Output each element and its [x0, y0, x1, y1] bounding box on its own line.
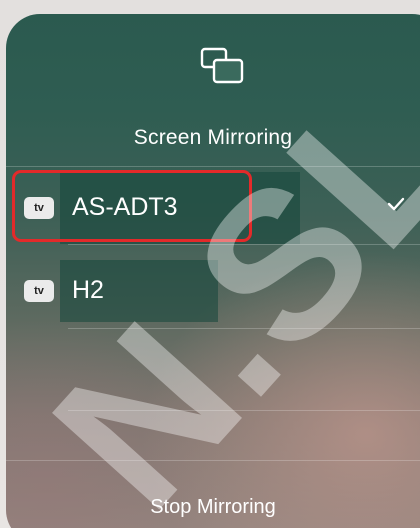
- device-separator: [68, 244, 420, 245]
- device-name: H2: [72, 276, 104, 304]
- screen-mirroring-icon: [200, 47, 244, 84]
- panel-header: Screen Mirroring: [6, 14, 420, 166]
- screen-mirroring-panel: Screen Mirroring tv AS-ADT3 tv H2 Stop M: [6, 14, 420, 528]
- stop-mirroring-label: Stop Mirroring: [150, 496, 276, 518]
- selection-highlight: [12, 170, 252, 242]
- screen-mirroring-screen: Screen Mirroring tv AS-ADT3 tv H2 Stop M: [0, 0, 420, 528]
- header-separator: [6, 166, 420, 167]
- device-separator: [68, 328, 420, 329]
- panel-title: Screen Mirroring: [133, 126, 293, 149]
- device-row-h2[interactable]: tv H2: [6, 256, 420, 328]
- stop-mirroring-button[interactable]: Stop Mirroring: [6, 474, 420, 528]
- device-separator: [68, 410, 420, 411]
- tv-badge-text: tv: [34, 285, 44, 297]
- footer-separator: [6, 460, 420, 461]
- apple-tv-badge-icon: tv: [24, 280, 54, 302]
- checkmark-icon: [387, 197, 405, 211]
